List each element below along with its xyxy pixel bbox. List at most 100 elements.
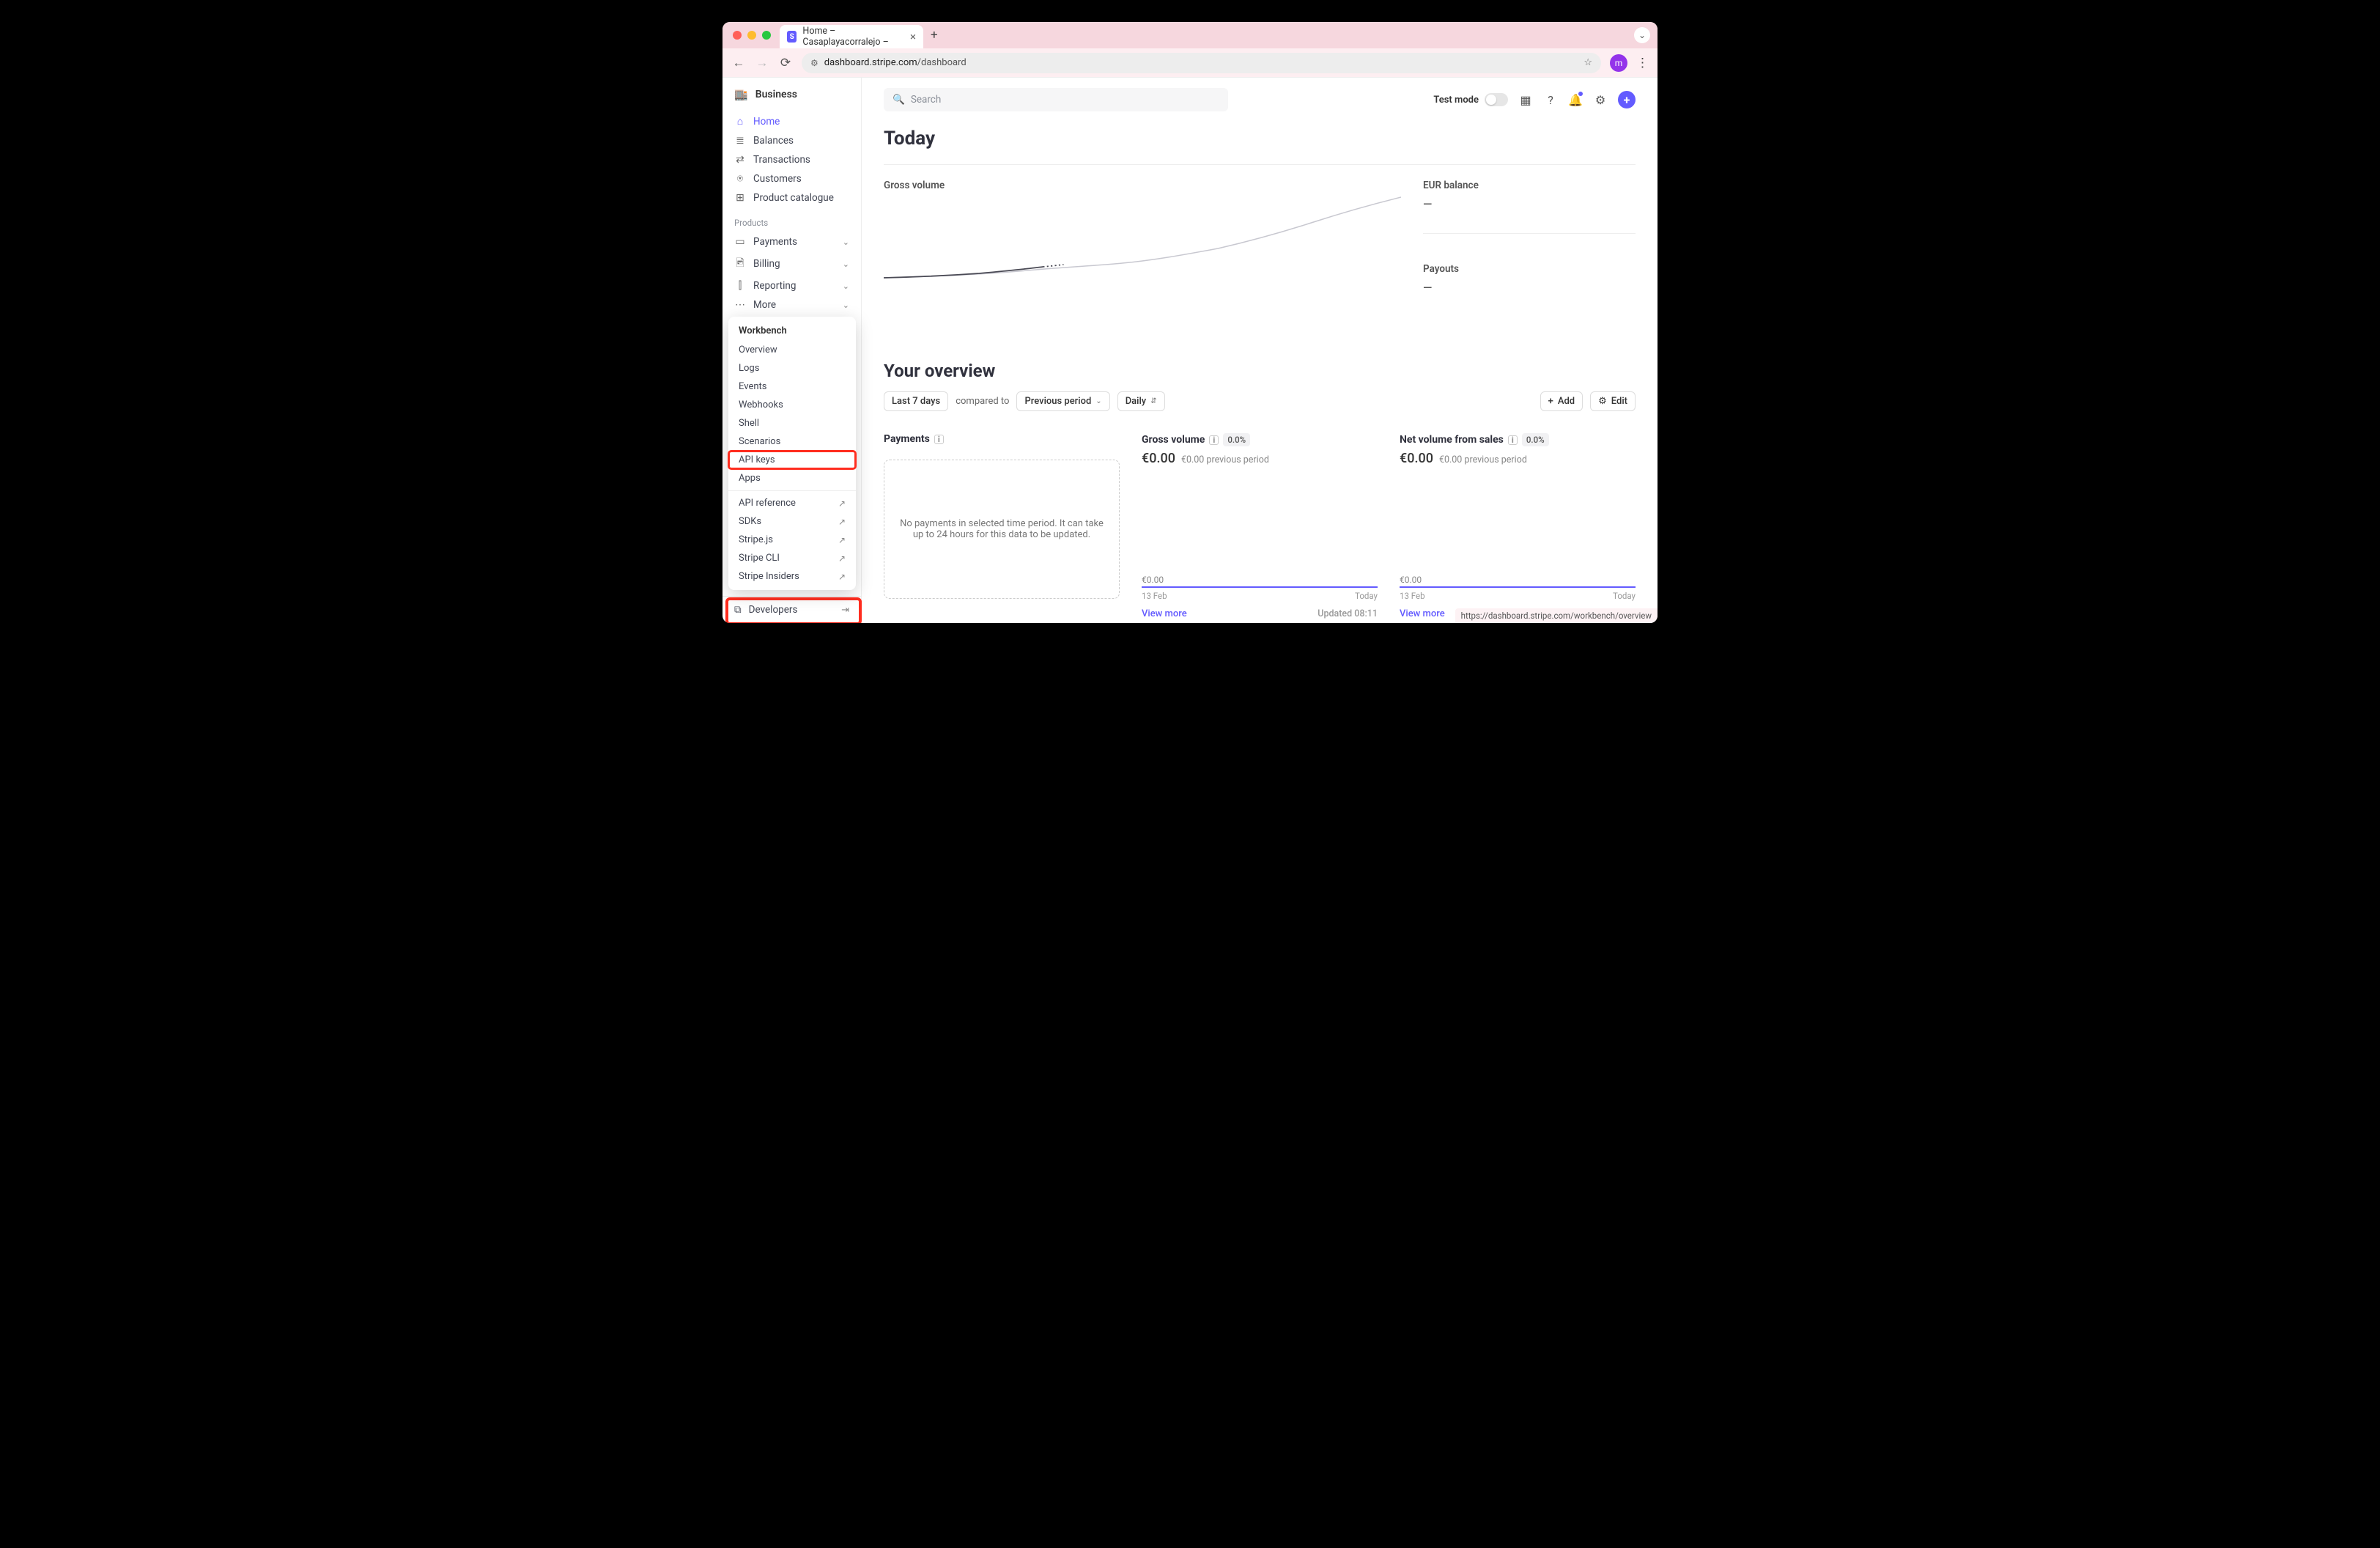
stripe-app: 🏬 Business ⌂Home ≣Balances ⇄Transactions… (722, 78, 1658, 623)
granularity-selector[interactable]: Daily⇵ (1117, 391, 1165, 411)
popout-webhooks[interactable]: Webhooks (728, 396, 856, 414)
popout-overview[interactable]: Overview (728, 341, 856, 359)
close-tab-icon[interactable]: × (910, 30, 916, 43)
products-header: Products (722, 207, 861, 232)
pin-icon[interactable]: ⇥ (841, 605, 849, 616)
status-bar-url: https://dashboard.stripe.com/workbench/o… (1455, 608, 1658, 623)
axis-end: Today (1613, 591, 1636, 601)
popout-stripe-insiders[interactable]: Stripe Insiders↗ (728, 567, 856, 586)
browser-tabbar: S Home – Casaplayacorralejo – × + ⌄ (722, 22, 1658, 48)
overview-controls: Last 7 days compared to Previous period⌄… (884, 391, 1636, 411)
popout-stripejs[interactable]: Stripe.js↗ (728, 531, 856, 549)
popout-sdks[interactable]: SDKs↗ (728, 512, 856, 531)
chevron-down-icon: ⌄ (1095, 397, 1101, 405)
create-button[interactable]: + (1618, 91, 1636, 108)
axis-end: Today (1355, 591, 1378, 601)
popout-events[interactable]: Events (728, 377, 856, 396)
transactions-icon: ⇄ (734, 154, 746, 166)
minimize-window-icon[interactable] (747, 31, 756, 40)
nav-developers[interactable]: ⧉ Developers ⇥ (722, 596, 861, 623)
window-traffic-lights[interactable] (733, 31, 771, 40)
search-input[interactable]: 🔍 Search (884, 88, 1228, 111)
today-summary: Gross volume EUR balance — Payouts — (884, 165, 1636, 324)
browser-tab[interactable]: S Home – Casaplayacorralejo – × (780, 25, 923, 48)
settings-icon[interactable]: ⚙ (1593, 93, 1608, 107)
nav-billing[interactable]: 🖻Billing⌄ (728, 251, 855, 276)
bookmark-star-icon[interactable]: ☆ (1583, 57, 1592, 68)
test-mode-toggle[interactable]: Test mode (1433, 93, 1508, 106)
net-amount: €0.00 (1400, 451, 1433, 466)
external-link-icon: ↗ (838, 553, 846, 564)
new-tab-button[interactable]: + (931, 28, 938, 43)
chevron-down-icon: ⌄ (843, 259, 849, 269)
popout-stripe-cli[interactable]: Stripe CLI↗ (728, 549, 856, 567)
business-switcher[interactable]: 🏬 Business (722, 88, 861, 111)
browser-menu-button[interactable]: ⋮ (1636, 56, 1649, 70)
more-icon: ⋯ (734, 299, 746, 311)
app-topbar: 🔍 Search Test mode ▦ ? 🔔 ⚙ + (884, 78, 1636, 122)
back-button[interactable]: ← (731, 56, 746, 70)
site-settings-icon[interactable]: ⚙ (810, 58, 818, 68)
external-link-icon: ↗ (838, 498, 846, 509)
popout-logs[interactable]: Logs (728, 359, 856, 377)
external-link-icon: ↗ (838, 572, 846, 582)
add-button[interactable]: +Add (1540, 391, 1583, 411)
apps-grid-icon[interactable]: ▦ (1518, 93, 1533, 107)
nav-payments[interactable]: ▭Payments⌄ (728, 232, 855, 251)
help-icon[interactable]: ? (1543, 93, 1558, 107)
compared-to-label: compared to (956, 396, 1009, 407)
maximize-window-icon[interactable] (762, 31, 771, 40)
tabbar-overflow-button[interactable]: ⌄ (1634, 27, 1650, 43)
axis-start: 13 Feb (1142, 591, 1167, 601)
comparison-selector[interactable]: Previous period⌄ (1016, 391, 1109, 411)
nav-customers[interactable]: ⍟Customers (728, 169, 855, 188)
info-icon[interactable]: i (934, 435, 944, 444)
net-previous: €0.00 previous period (1439, 454, 1527, 465)
popout-scenarios[interactable]: Scenarios (728, 432, 856, 451)
payouts-value: — (1423, 281, 1636, 295)
overview-cards: Payments i No payments in selected time … (884, 433, 1636, 619)
nav-transactions[interactable]: ⇄Transactions (728, 150, 855, 169)
gross-volume-label: Gross volume (884, 180, 1401, 191)
nav-more[interactable]: ⋯More⌄ (728, 295, 855, 314)
popout-api-reference[interactable]: API reference↗ (728, 494, 856, 512)
nav-balances[interactable]: ≣Balances (728, 131, 855, 150)
payments-empty-state: No payments in selected time period. It … (884, 460, 1120, 599)
notifications-icon[interactable]: 🔔 (1568, 93, 1583, 107)
popout-api-keys[interactable]: API keys (728, 451, 856, 469)
forward-button[interactable]: → (755, 56, 769, 70)
gross-volume-card: Gross volume i 0.0% €0.00 €0.00 previous… (1142, 433, 1378, 619)
nav-product-catalogue[interactable]: ⊞Product catalogue (728, 188, 855, 207)
billing-icon: 🖻 (734, 255, 746, 273)
popout-apps[interactable]: Apps (728, 469, 856, 487)
store-icon: 🏬 (734, 88, 748, 101)
popout-divider (728, 490, 856, 491)
toggle-switch[interactable] (1485, 93, 1508, 106)
payments-card-title: Payments (884, 433, 930, 445)
nav-reporting[interactable]: ⫿Reporting⌄ (728, 276, 855, 295)
sidebar: 🏬 Business ⌂Home ≣Balances ⇄Transactions… (722, 78, 862, 623)
close-window-icon[interactable] (733, 31, 742, 40)
chevron-down-icon: ⌄ (843, 301, 849, 310)
stripe-favicon: S (787, 31, 797, 43)
popout-shell[interactable]: Shell (728, 414, 856, 432)
profile-avatar[interactable]: m (1610, 54, 1627, 72)
search-icon: 🔍 (892, 94, 905, 106)
date-range-selector[interactable]: Last 7 days (884, 391, 948, 411)
mini-chart-line (1400, 586, 1636, 588)
updown-icon: ⇵ (1150, 397, 1156, 405)
developers-popout: Workbench Overview Logs Events Webhooks … (728, 317, 856, 590)
nav-home[interactable]: ⌂Home (728, 111, 855, 131)
url-input[interactable]: ⚙ dashboard.stripe.com/dashboard ☆ (802, 53, 1601, 73)
eur-balance-label: EUR balance (1423, 180, 1636, 191)
page-title-overview: Your overview (884, 361, 1636, 381)
plus-icon: + (1548, 396, 1553, 407)
info-icon[interactable]: i (1508, 435, 1518, 445)
axis-start: 13 Feb (1400, 591, 1425, 601)
view-more-link[interactable]: View more (1142, 608, 1187, 619)
info-icon[interactable]: i (1209, 435, 1219, 445)
reload-button[interactable]: ⟳ (778, 56, 793, 70)
edit-button[interactable]: ⚙Edit (1590, 391, 1636, 411)
view-more-link[interactable]: View more (1400, 608, 1445, 619)
payments-icon: ▭ (734, 236, 746, 248)
